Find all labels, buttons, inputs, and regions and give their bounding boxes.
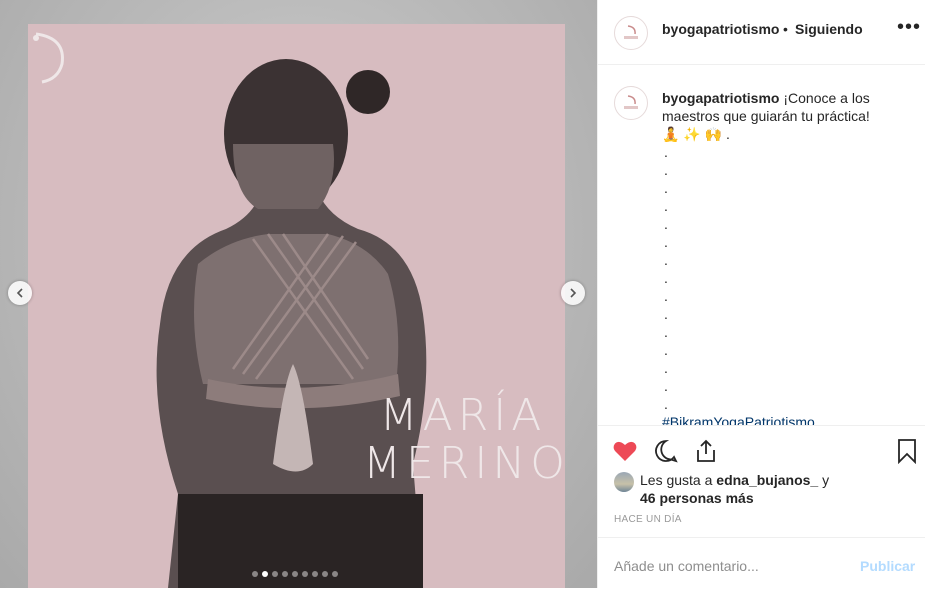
brand-logo-icon bbox=[33, 32, 64, 84]
post-media[interactable]: MARÍA MERINO bbox=[0, 0, 597, 588]
caption-dot-line: . bbox=[664, 306, 668, 322]
caption-hashtag[interactable]: #BikramYogaPatriotismo bbox=[662, 413, 815, 425]
carousel-dot bbox=[312, 571, 318, 577]
liker-avatar[interactable] bbox=[614, 472, 634, 492]
chevron-right-icon bbox=[570, 288, 577, 298]
carousel-dot bbox=[302, 571, 308, 577]
likes-line: Les gusta a edna_bujanos_ y bbox=[640, 471, 829, 489]
carousel-dot bbox=[282, 571, 288, 577]
caption-dot-line: . bbox=[664, 180, 668, 196]
caption-dot-line: . bbox=[664, 198, 668, 214]
poster-last-name: MERINO bbox=[363, 438, 565, 489]
carousel-prev-button[interactable] bbox=[8, 281, 32, 305]
brand-logo-icon bbox=[624, 95, 638, 109]
following-button[interactable]: Siguiendo bbox=[795, 21, 863, 37]
more-options-icon[interactable]: ••• bbox=[897, 16, 921, 39]
brand-logo-icon bbox=[624, 25, 638, 39]
caption-dot-line: . bbox=[664, 396, 668, 412]
caption-dot-line: . bbox=[664, 378, 668, 394]
action-bar bbox=[598, 425, 925, 476]
caption-dot-line: . bbox=[664, 216, 668, 232]
woman-photo bbox=[156, 59, 427, 588]
carousel-dot bbox=[322, 571, 328, 577]
caption-dot-line: . bbox=[664, 144, 668, 160]
caption-dot-line: . bbox=[664, 270, 668, 286]
carousel-indicator bbox=[252, 571, 338, 577]
caption-dots: ............... bbox=[664, 143, 668, 413]
carousel-next-button[interactable] bbox=[561, 281, 585, 305]
publish-button[interactable]: Publicar bbox=[860, 558, 915, 574]
share-icon[interactable] bbox=[693, 438, 719, 464]
post-image: MARÍA MERINO bbox=[28, 24, 565, 588]
post-timestamp[interactable]: HACE UN DÍA bbox=[614, 514, 682, 525]
carousel-dot bbox=[332, 571, 338, 577]
header-separator: • bbox=[783, 21, 788, 37]
caption-area: byogapatriotismo ¡Conoce a los maestros … bbox=[598, 65, 925, 425]
caption-dot-line: . bbox=[664, 288, 668, 304]
caption-avatar[interactable] bbox=[614, 86, 648, 120]
caption-dot-line: . bbox=[664, 324, 668, 340]
carousel-dot bbox=[252, 571, 258, 577]
caption-emojis: 🧘 ✨ 🙌 . bbox=[662, 126, 730, 142]
comment-input[interactable]: Añade un comentario... bbox=[614, 558, 759, 574]
avatar[interactable] bbox=[614, 16, 648, 50]
chevron-left-icon bbox=[16, 288, 23, 298]
comment-bar: Añade un comentario... Publicar bbox=[598, 537, 925, 589]
caption-text: byogapatriotismo ¡Conoce a los maestros … bbox=[662, 89, 912, 125]
caption-username[interactable]: byogapatriotismo bbox=[662, 90, 779, 106]
header-username[interactable]: byogapatriotismo bbox=[662, 21, 779, 37]
comment-icon[interactable] bbox=[653, 438, 679, 464]
post-side-panel: byogapatriotismo • Siguiendo ••• byogapa… bbox=[597, 0, 925, 588]
carousel-dot bbox=[272, 571, 278, 577]
caption-dot-line: . bbox=[664, 252, 668, 268]
likes-user[interactable]: edna_bujanos_ bbox=[716, 472, 818, 488]
heart-icon[interactable] bbox=[612, 438, 638, 464]
bookmark-icon[interactable] bbox=[894, 438, 920, 464]
likes-others[interactable]: 46 personas más bbox=[640, 489, 754, 507]
post-header: byogapatriotismo • Siguiendo ••• bbox=[598, 0, 925, 65]
carousel-dot bbox=[262, 571, 268, 577]
caption-dot-line: . bbox=[664, 342, 668, 358]
caption-dot-line: . bbox=[664, 162, 668, 178]
likes-conjunction: y bbox=[822, 472, 830, 488]
caption-dot-line: . bbox=[664, 234, 668, 250]
carousel-dot bbox=[292, 571, 298, 577]
poster-name: MARÍA MERINO bbox=[363, 390, 565, 489]
likes-prefix: Les gusta a bbox=[640, 472, 713, 488]
caption-dot-line: . bbox=[664, 360, 668, 376]
poster-first-name: MARÍA bbox=[379, 390, 547, 441]
